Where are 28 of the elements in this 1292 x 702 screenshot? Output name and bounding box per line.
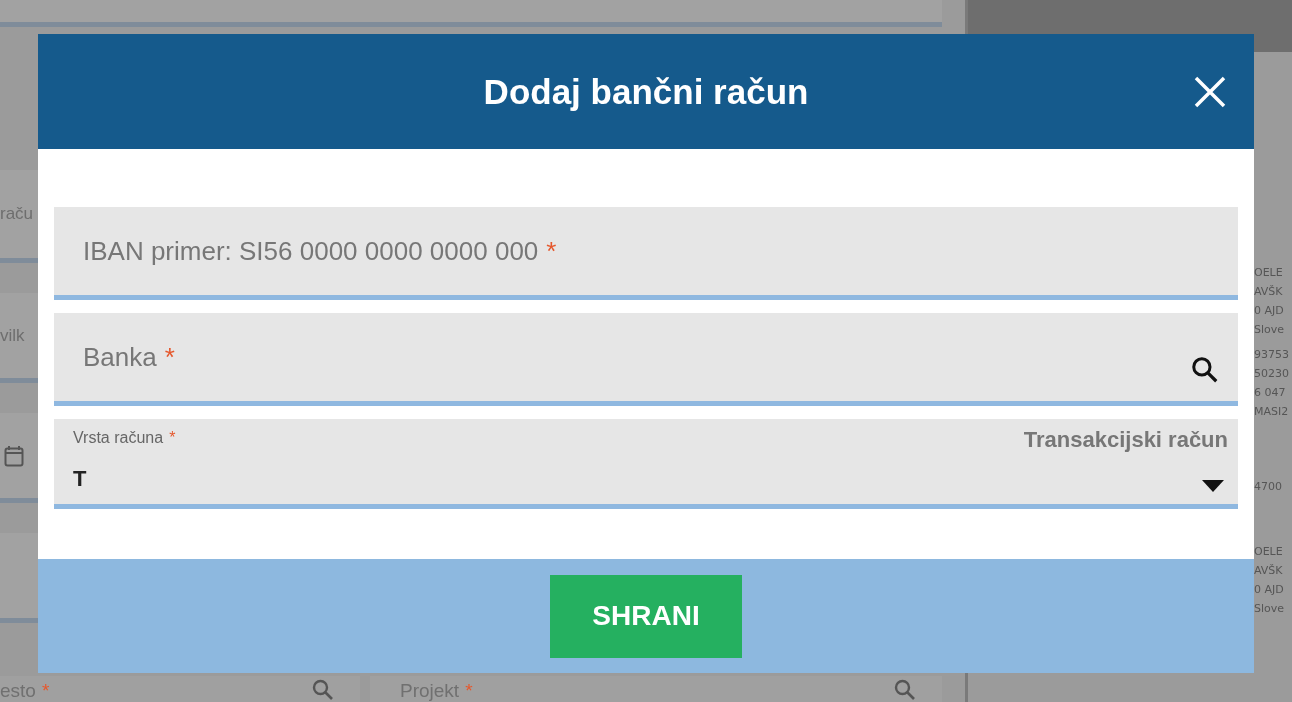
address-text: 93753 bbox=[1254, 348, 1290, 361]
required-mark: * bbox=[546, 235, 557, 267]
address-text: MASI2 bbox=[1254, 405, 1290, 418]
text-input[interactable]: Banka bbox=[83, 341, 157, 373]
search-icon[interactable] bbox=[1190, 355, 1220, 385]
bank-search-field[interactable]: Banka * bbox=[54, 313, 1238, 406]
save-button[interactable]: SHRANI bbox=[550, 574, 742, 658]
account-type-select[interactable]: Vrsta računa * Transakcijski račun T bbox=[54, 419, 1238, 509]
address-text: Slove bbox=[1254, 602, 1286, 615]
iban-field[interactable]: IBAN primer: SI56 0000 0000 0000 000 * bbox=[54, 207, 1238, 300]
calendar-icon[interactable] bbox=[4, 444, 24, 467]
address-text: OELE bbox=[1254, 545, 1284, 558]
address-text: 50230 bbox=[1254, 367, 1290, 380]
address-text: OELE bbox=[1254, 266, 1284, 279]
field-label: Vrsta računa * bbox=[73, 428, 177, 447]
field-value: T bbox=[73, 465, 88, 493]
address-text: AVŠK bbox=[1254, 564, 1284, 577]
address-text: AVŠK bbox=[1254, 285, 1284, 298]
selected-option: Transakcijski račun bbox=[1023, 427, 1228, 466]
address-text: Slove bbox=[1254, 323, 1286, 336]
address-text: 0 AJD bbox=[1254, 304, 1285, 317]
dialog-title: Dodaj bančni račun bbox=[483, 71, 809, 112]
text-input[interactable]: IBAN primer: SI56 0000 0000 0000 000 bbox=[83, 235, 539, 267]
address-text: 6 047 bbox=[1254, 386, 1287, 399]
dropdown-caret-icon[interactable] bbox=[1202, 479, 1224, 492]
required-mark: * bbox=[164, 341, 175, 373]
address-text: 4700 bbox=[1254, 480, 1283, 493]
address-text: 0 AJD bbox=[1254, 583, 1285, 596]
